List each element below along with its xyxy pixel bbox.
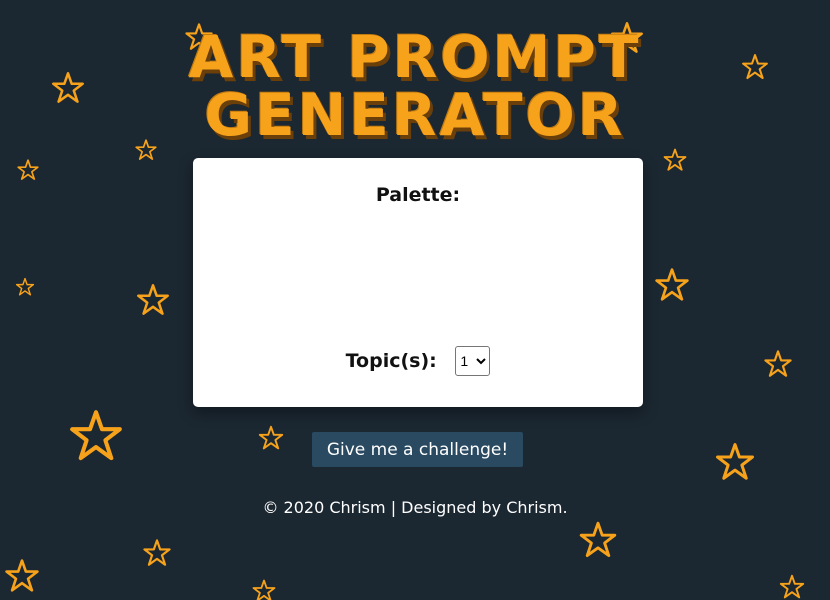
page-title-line-2: GENERATOR (204, 81, 626, 149)
star-icon (137, 284, 169, 315)
star-icon (579, 521, 617, 558)
star-icon (143, 539, 171, 566)
topic-count-select[interactable]: 1 (455, 346, 491, 376)
star-icon (5, 559, 39, 592)
prompt-card: Palette: Topic(s): 1 (193, 158, 643, 407)
palette-label: Palette: (375, 184, 461, 206)
palette-swatches (233, 218, 603, 328)
star-icon (252, 579, 276, 600)
give-challenge-button[interactable]: Give me a challenge! (312, 432, 523, 467)
star-icon (779, 574, 805, 599)
star-icon (663, 148, 687, 171)
star-icon (17, 159, 39, 180)
footer-credit: © 2020 Chrism | Designed by Chrism. (262, 498, 568, 517)
topic-row: Topic(s): 1 (193, 346, 643, 376)
page-title-line-1: ART PROMPT (188, 23, 642, 91)
star-icon (258, 425, 284, 450)
star-icon (72, 412, 120, 458)
star-icon (655, 268, 689, 301)
star-icon (15, 277, 35, 296)
star-icon (764, 350, 792, 377)
star-icon (716, 443, 754, 480)
topic-label: Topic(s): (345, 350, 437, 372)
